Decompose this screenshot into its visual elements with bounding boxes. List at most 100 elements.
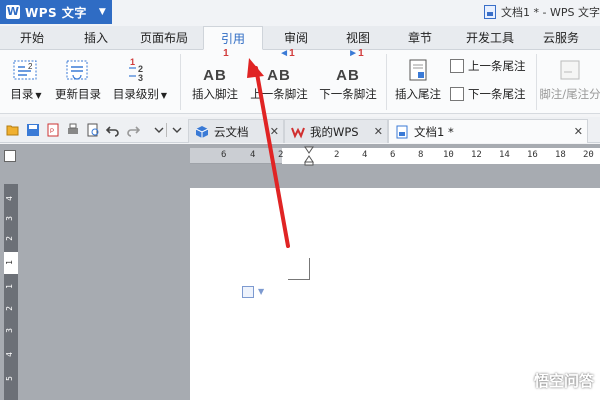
ruler-number: 2 <box>4 306 14 311</box>
footnote-separator-icon <box>558 50 582 82</box>
tab-developer[interactable]: 开发工具 <box>460 26 520 50</box>
tab-view[interactable]: 视图 <box>340 26 376 50</box>
app-name: WPS 文字 <box>25 5 87 20</box>
close-icon[interactable]: ✕ <box>270 125 279 138</box>
prev-endnote-button[interactable]: 上一条尾注 <box>450 58 526 74</box>
ruler-number: 2 <box>334 150 340 160</box>
prev-footnote-button[interactable]: AB ◄1 上一条脚注 <box>248 48 310 102</box>
ruler-number: 8 <box>418 150 424 160</box>
prev-footnote-label: 上一条脚注 <box>250 87 308 101</box>
ruler-number: 1 <box>4 260 14 265</box>
redo-icon[interactable] <box>126 123 140 137</box>
app-menu-button[interactable]: W WPS 文字 ▼ <box>0 0 112 24</box>
footnote-separator-button[interactable]: 脚注/尾注分 <box>540 50 600 102</box>
tab-stop-selector[interactable] <box>4 150 16 162</box>
document-icon <box>395 125 409 139</box>
chevron-down-icon[interactable]: ▼ <box>258 287 264 296</box>
ruler-number: 18 <box>555 150 566 160</box>
update-toc-button[interactable]: 更新目录 <box>52 50 104 102</box>
tab-home[interactable]: 开始 <box>14 26 50 50</box>
ruler-number: 1 <box>4 284 14 289</box>
ruler-number: 4 <box>4 352 14 357</box>
close-icon[interactable]: ✕ <box>374 125 383 138</box>
toolbar-separator <box>166 123 167 137</box>
print-preview-icon[interactable] <box>86 123 100 137</box>
tab-cloud[interactable]: 云服务 <box>536 26 586 50</box>
indent-marker-icon[interactable] <box>304 146 314 166</box>
update-toc-label: 更新目录 <box>55 87 101 101</box>
document-workspace: 6 4 2 2 4 6 8 10 12 14 16 18 20 4 3 2 1 … <box>0 144 600 400</box>
chevron-down-icon: ▼ <box>160 91 168 100</box>
tab-references[interactable]: 引用 <box>203 26 263 50</box>
insert-footnote-button[interactable]: AB 1 插入脚注 <box>188 48 242 102</box>
ruler-number: 2 <box>278 150 284 160</box>
superscript-1: 1 <box>358 48 364 59</box>
ab-label: AB <box>336 67 360 84</box>
wukong-logo-icon <box>511 371 530 390</box>
svg-text:2: 2 <box>28 62 33 71</box>
window-title: 文档1 * - WPS 文字 <box>484 4 600 20</box>
margin-corner-mark <box>288 258 310 280</box>
horizontal-ruler[interactable]: 6 4 2 2 4 6 8 10 12 14 16 18 20 <box>190 146 600 166</box>
ruler-number: 3 <box>4 216 14 221</box>
export-pdf-icon[interactable]: P <box>46 123 60 137</box>
tab-insert[interactable]: 插入 <box>78 26 114 50</box>
doc-tab-my-wps[interactable]: 我的WPS ✕ <box>284 119 388 143</box>
ruler-number: 4 <box>4 196 14 201</box>
ribbon-separator <box>536 54 537 110</box>
toc-button[interactable]: 2 目录 ▼ <box>6 50 46 102</box>
ruler-number: 5 <box>4 376 14 381</box>
svg-text:P: P <box>50 129 54 135</box>
doc-tab-label: 云文档 <box>214 124 249 139</box>
undo-icon[interactable] <box>106 123 120 137</box>
next-footnote-icon: AB ►1 <box>336 48 363 84</box>
toc-level-label: 目录级别 <box>112 87 159 101</box>
ab-label: AB <box>203 67 227 84</box>
doc-tab-cloud[interactable]: 云文档 ✕ <box>188 119 284 143</box>
tab-list-dropdown-icon[interactable] <box>170 123 184 137</box>
level-number-3: 3 <box>138 73 143 82</box>
window-title-text: 文档1 * - WPS 文字 <box>501 6 600 19</box>
next-endnote-button[interactable]: 下一条尾注 <box>450 86 526 102</box>
ruler-number: 12 <box>471 150 482 160</box>
quick-access-bar: P 云文档 ✕ 我的WPS ✕ 文档1 * ✕ <box>0 117 600 143</box>
more-dropdown-icon[interactable] <box>152 123 166 137</box>
insert-endnote-button[interactable]: 插入尾注 <box>392 50 444 102</box>
open-folder-icon[interactable] <box>6 123 20 137</box>
ruler-number: 6 <box>221 150 227 160</box>
update-toc-icon <box>65 50 91 82</box>
arrow-left-icon: ◄ <box>279 48 290 59</box>
save-icon[interactable] <box>26 123 40 137</box>
toc-level-button[interactable]: 1 2 3 目录级别 ▼ <box>110 50 170 102</box>
insert-footnote-label: 插入脚注 <box>192 87 238 101</box>
watermark: 悟空问答 <box>511 370 594 391</box>
arrow-right-icon: ► <box>348 48 359 59</box>
next-footnote-label: 下一条脚注 <box>319 87 377 101</box>
doc-tab-document1[interactable]: 文档1 * ✕ <box>388 119 588 143</box>
caret-down-icon: ▼ <box>98 7 106 17</box>
prev-footnote-icon: AB ◄1 <box>267 48 294 84</box>
ribbon-references: 2 目录 ▼ 更新目录 1 2 3 目录级别 ▼ AB 1 插入脚注 AB ◄1… <box>0 48 600 114</box>
footnote-separator-label: 脚注/尾注分 <box>540 87 600 101</box>
ribbon-separator <box>180 54 181 110</box>
vertical-ruler[interactable]: 4 3 2 1 1 2 3 4 5 <box>4 184 18 400</box>
ruler-number: 2 <box>4 236 14 241</box>
ruler-number: 10 <box>443 150 454 160</box>
close-icon[interactable]: ✕ <box>574 125 583 138</box>
next-endnote-icon <box>450 87 464 101</box>
tab-page-layout[interactable]: 页面布局 <box>136 26 192 50</box>
next-footnote-button[interactable]: AB ►1 下一条脚注 <box>316 48 380 102</box>
tab-chapter[interactable]: 章节 <box>402 26 438 50</box>
superscript-1: 1 <box>289 48 295 59</box>
paragraph-layout-icon[interactable] <box>242 286 254 298</box>
chevron-down-icon: ▼ <box>35 91 42 100</box>
document-page[interactable]: ▼ <box>190 188 600 400</box>
cloud-cube-icon <box>195 125 209 139</box>
document-icon <box>484 5 497 19</box>
prev-endnote-label: 上一条尾注 <box>468 59 526 73</box>
toc-label: 目录 <box>10 87 34 101</box>
print-icon[interactable] <box>66 123 80 137</box>
ruler-number: 16 <box>527 150 538 160</box>
prev-endnote-icon <box>450 59 464 73</box>
tab-review[interactable]: 审阅 <box>278 26 314 50</box>
